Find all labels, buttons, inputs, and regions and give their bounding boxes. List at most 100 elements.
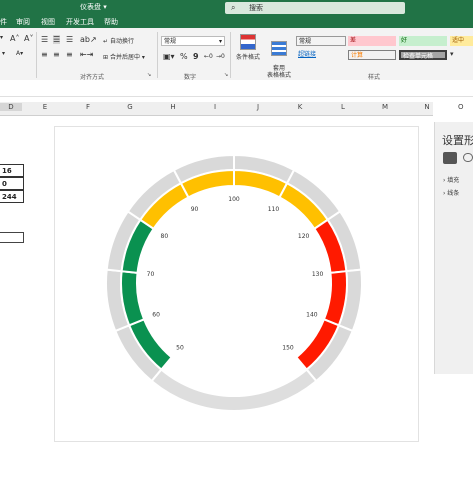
conditional-format-button[interactable]: 条件格式 <box>234 34 262 61</box>
column-header[interactable]: L <box>333 103 353 111</box>
conditional-format-label: 条件格式 <box>235 54 260 61</box>
format-pane-title: 设置形 <box>442 134 473 147</box>
gauge-tick-label: 60 <box>152 311 160 318</box>
number-launcher-icon[interactable]: ↘ <box>224 72 228 78</box>
indent-icon[interactable]: ⇤⇥ <box>80 50 93 59</box>
column-header[interactable]: D <box>0 103 22 111</box>
column-header[interactable]: K <box>290 103 310 111</box>
style-normal-label: 常规 <box>299 38 312 45</box>
align-center-icon[interactable]: ≡ <box>53 50 60 59</box>
gauge-svg: 50 60 70 80 90 100 110 120 130 140 150 <box>105 153 363 412</box>
column-header[interactable]: H <box>163 103 183 111</box>
gauge-tick-label: 130 <box>312 271 324 278</box>
styles-scroll-icon[interactable]: ▾ <box>450 50 454 58</box>
style-cell[interactable]: 差 <box>348 36 396 46</box>
style-good-label: 好 <box>401 37 408 44</box>
wrap-text-button[interactable]: ↵ 自动换行 <box>103 36 134 45</box>
shape-outline-icon[interactable] <box>463 153 473 162</box>
format-pane: 设置形 › 填充 › 线条 <box>434 122 473 374</box>
table-format-label: 套用 表格格式 <box>266 65 291 79</box>
column-header[interactable]: F <box>78 103 98 111</box>
wrap-text-icon: ↵ <box>103 38 109 45</box>
menu-developer[interactable]: 开发工具 <box>66 17 94 27</box>
separator <box>36 32 37 78</box>
increase-decimal-icon[interactable]: ←0 <box>204 53 213 60</box>
dropdown-arrow-icon[interactable]: ▾ <box>0 34 3 41</box>
pane-item-line[interactable]: › 线条 <box>443 188 459 197</box>
gauge-tick-label: 80 <box>161 233 169 240</box>
selected-cell[interactable] <box>0 232 24 243</box>
fill-color-icon[interactable]: ▾ <box>2 50 5 57</box>
table-format-button[interactable]: 套用 表格格式 <box>264 34 294 79</box>
table-cell[interactable]: 16 <box>0 164 24 177</box>
style-cell[interactable]: 常规 <box>296 36 346 46</box>
table-format-icon <box>271 41 287 56</box>
gauge-tick-label: 150 <box>282 344 294 351</box>
title-bar: 仪表盘 ▾ ⌕ 搜索 <box>0 0 473 16</box>
column-header-row: D E F G H I J K L M N <box>0 102 433 116</box>
column-header[interactable]: G <box>120 103 140 111</box>
gauge-tick-label: 110 <box>268 206 280 213</box>
number-format-select[interactable]: 常规 ▾ <box>161 36 225 46</box>
font-size-down-button[interactable]: A˅ <box>24 34 33 43</box>
menu-help[interactable]: 帮助 <box>104 17 118 27</box>
column-header[interactable]: M <box>375 103 395 111</box>
wrap-text-label: 自动换行 <box>109 38 134 45</box>
style-cell[interactable]: 检查单元格 <box>399 50 447 60</box>
column-header[interactable]: J <box>248 103 268 111</box>
column-header[interactable]: O <box>458 103 464 111</box>
gauge-bottom-arc[interactable] <box>150 368 318 412</box>
align-middle-icon[interactable]: ☰ <box>53 35 61 44</box>
style-neutral-label: 适中 <box>452 37 465 44</box>
table-cell[interactable]: 0 <box>0 177 24 190</box>
style-calculation-label: 计算 <box>351 52 364 59</box>
menu-file[interactable]: 件 <box>0 17 7 27</box>
gauge-tick-label: 120 <box>298 233 310 240</box>
orientation-icon[interactable]: ab↗ <box>80 35 97 44</box>
number-format-value: 常规 <box>164 38 177 45</box>
formula-bar[interactable] <box>0 80 473 97</box>
align-top-icon[interactable]: ☰ <box>41 35 48 44</box>
gauge-chart[interactable]: 50 60 70 80 90 100 110 120 130 140 150 <box>54 126 419 442</box>
currency-icon[interactable]: ▣▾ <box>163 52 175 61</box>
font-size-up-button[interactable]: A˄ <box>10 34 19 43</box>
style-hyperlink-label: 超链接 <box>298 51 317 58</box>
style-check-cell-label: 检查单元格 <box>403 53 434 60</box>
gauge-tick-label: 70 <box>147 271 155 278</box>
merge-center-button[interactable]: ⊞ 合并后居中 ▾ <box>103 52 145 61</box>
merge-center-label: 合并后居中 ▾ <box>109 54 145 61</box>
merge-center-icon: ⊞ <box>103 54 109 61</box>
font-color-icon[interactable]: A▾ <box>16 50 23 57</box>
conditional-format-icon <box>240 34 256 50</box>
style-cell[interactable]: 好 <box>399 36 447 46</box>
align-right-icon[interactable]: ≡ <box>66 50 73 59</box>
pane-item-fill[interactable]: › 填充 <box>443 175 459 184</box>
gauge-tick-label: 90 <box>191 206 199 213</box>
align-bottom-icon[interactable]: ☰ <box>66 35 73 44</box>
ribbon: ▾ A˄ A˅ ▾ A▾ ☰ ☰ ☰ ab↗ ≡ ≡ ≡ ⇤⇥ ↵ 自动换行 ⊞… <box>0 28 473 81</box>
style-cell[interactable]: 适中 <box>450 36 473 46</box>
alignment-launcher-icon[interactable]: ↘ <box>147 72 151 78</box>
column-header[interactable]: I <box>205 103 225 111</box>
style-cell[interactable]: 超链接 <box>296 50 346 60</box>
decrease-decimal-icon[interactable]: →0 <box>216 53 225 60</box>
search-box[interactable]: ⌕ 搜索 <box>225 2 405 14</box>
style-bad-label: 差 <box>350 37 357 44</box>
separator <box>230 32 231 78</box>
menu-bar: 件 审阅 视图 开发工具 帮助 <box>0 16 473 28</box>
align-left-icon[interactable]: ≡ <box>41 50 48 59</box>
document-name[interactable]: 仪表盘 ▾ <box>80 2 107 12</box>
gauge-tick-label: 50 <box>176 344 184 351</box>
gauge-tick-label: 140 <box>306 311 318 318</box>
column-header[interactable]: N <box>417 103 437 111</box>
table-cell[interactable]: 244 <box>0 190 24 203</box>
column-header[interactable]: E <box>35 103 55 111</box>
fill-bucket-icon[interactable] <box>443 152 457 164</box>
search-icon: ⌕ <box>231 3 236 12</box>
percent-button[interactable]: % <box>180 52 188 61</box>
gauge-tick-label: 100 <box>228 196 240 203</box>
menu-review[interactable]: 审阅 <box>16 17 30 27</box>
menu-view[interactable]: 视图 <box>41 17 55 27</box>
style-cell[interactable]: 计算 <box>348 50 396 60</box>
comma-button[interactable]: 9 <box>193 52 199 61</box>
